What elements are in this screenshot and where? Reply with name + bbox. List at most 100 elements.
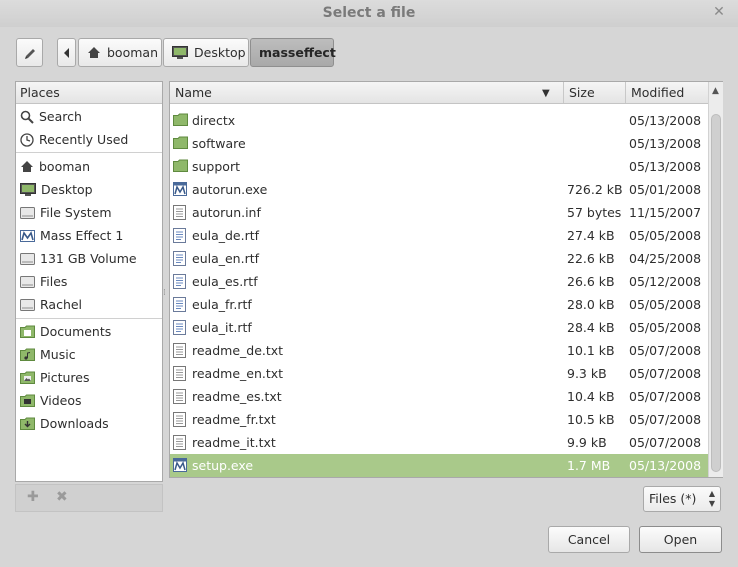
close-icon[interactable]: ✕ bbox=[712, 5, 726, 19]
filter-value: Files (*) bbox=[649, 491, 697, 506]
file-row[interactable]: readme_fr.txt 10.5 kB 05/07/2008 bbox=[170, 408, 708, 431]
breadcrumb-desktop[interactable]: Desktop bbox=[163, 38, 249, 67]
file-row[interactable]: readme_it.txt 9.9 kB 05/07/2008 bbox=[170, 431, 708, 454]
place-label: 131 GB Volume bbox=[40, 251, 137, 266]
scroll-up-icon[interactable]: ▲ bbox=[712, 86, 719, 96]
file-modified: 05/05/2008 bbox=[629, 320, 702, 335]
place-music[interactable]: Music bbox=[16, 343, 162, 366]
breadcrumb-label: booman bbox=[107, 45, 158, 60]
file-modified: 05/13/2008 bbox=[629, 136, 702, 151]
file-row[interactable]: autorun.inf 57 bytes 11/15/2007 bbox=[170, 201, 708, 224]
vertical-scrollbar[interactable]: ▲ bbox=[708, 82, 723, 477]
text-file-icon bbox=[173, 435, 186, 450]
file-size: 28.0 kB bbox=[567, 297, 615, 312]
disc-icon bbox=[20, 229, 35, 243]
drive-icon bbox=[20, 298, 35, 312]
folder-icon bbox=[173, 159, 188, 172]
place-pictures[interactable]: Pictures bbox=[16, 366, 162, 389]
place-files[interactable]: Files bbox=[16, 270, 162, 293]
path-scroll-left-button[interactable] bbox=[57, 38, 76, 67]
file-type-filter[interactable]: Files (*) ▲ ▼ bbox=[643, 486, 721, 512]
file-row[interactable]: eula_en.rtf 22.6 kB 04/25/2008 bbox=[170, 247, 708, 270]
places-add-remove-bar: ✚ ✖ bbox=[15, 484, 163, 512]
text-file-icon bbox=[173, 389, 186, 404]
place-documents[interactable]: Documents bbox=[16, 320, 162, 343]
places-sidebar: Places Search Recently Used booman Deskt… bbox=[15, 81, 163, 482]
file-size: 22.6 kB bbox=[567, 251, 615, 266]
file-row[interactable]: software 05/13/2008 bbox=[170, 132, 708, 155]
file-name: autorun.exe bbox=[192, 182, 268, 197]
file-name: autorun.inf bbox=[192, 205, 261, 220]
breadcrumb-label: masseffect bbox=[259, 45, 336, 60]
place-desktop[interactable]: Desktop bbox=[16, 178, 162, 201]
place-label: Recently Used bbox=[39, 132, 129, 147]
file-name: eula_it.rtf bbox=[192, 320, 252, 335]
file-modified: 04/25/2008 bbox=[629, 251, 702, 266]
place-rachel[interactable]: Rachel bbox=[16, 293, 162, 316]
add-bookmark-button[interactable]: ✚ bbox=[27, 489, 39, 505]
file-chooser-dialog: Select a file ✕ booman Desktop masseffec… bbox=[0, 0, 738, 567]
breadcrumb-masseffect[interactable]: masseffect bbox=[250, 38, 336, 67]
open-button[interactable]: Open bbox=[639, 526, 722, 553]
column-header-modified[interactable]: Modified bbox=[626, 82, 708, 103]
document-icon bbox=[173, 251, 186, 266]
file-row[interactable]: directx 05/13/2008 bbox=[170, 109, 708, 132]
file-row[interactable]: readme_de.txt 10.1 kB 05/07/2008 bbox=[170, 339, 708, 362]
file-modified: 05/07/2008 bbox=[629, 435, 702, 450]
place-recently-used[interactable]: Recently Used bbox=[16, 128, 162, 151]
file-row[interactable]: autorun.exe 726.2 kB 05/01/2008 bbox=[170, 178, 708, 201]
file-row[interactable]: support 05/13/2008 bbox=[170, 155, 708, 178]
file-name: setup.exe bbox=[192, 458, 254, 473]
file-name: readme_de.txt bbox=[192, 343, 284, 358]
remove-bookmark-button[interactable]: ✖ bbox=[56, 489, 68, 505]
file-row[interactable]: eula_es.rtf 26.6 kB 05/12/2008 bbox=[170, 270, 708, 293]
file-row[interactable]: setup.exe 1.7 MB 05/13/2008 bbox=[170, 454, 708, 477]
place-label: Pictures bbox=[40, 370, 90, 385]
drive-icon bbox=[20, 206, 35, 220]
file-size: 726.2 kB bbox=[567, 182, 623, 197]
text-file-icon bbox=[173, 366, 186, 381]
place-videos[interactable]: Videos bbox=[16, 389, 162, 412]
drive-icon bbox=[20, 275, 35, 289]
file-modified: 05/13/2008 bbox=[629, 458, 702, 473]
column-label: Size bbox=[569, 85, 595, 100]
file-row[interactable]: eula_de.rtf 27.4 kB 05/05/2008 bbox=[170, 224, 708, 247]
place-131-gb-volume[interactable]: 131 GB Volume bbox=[16, 247, 162, 270]
column-header-size[interactable]: Size bbox=[564, 82, 626, 103]
scrollbar-thumb[interactable] bbox=[711, 114, 721, 472]
place-home[interactable]: booman bbox=[16, 155, 162, 178]
pane-splitter-handle[interactable]: ⁞ bbox=[163, 288, 166, 298]
place-label: Documents bbox=[40, 324, 112, 339]
file-size: 9.9 kB bbox=[567, 435, 607, 450]
file-row[interactable]: eula_it.rtf 28.4 kB 05/05/2008 bbox=[170, 316, 708, 339]
place-mass-effect-1[interactable]: Mass Effect 1 bbox=[16, 224, 162, 247]
place-file-system[interactable]: File System bbox=[16, 201, 162, 224]
drive-icon bbox=[20, 252, 35, 266]
place-search[interactable]: Search bbox=[16, 105, 162, 128]
file-size: 9.3 kB bbox=[567, 366, 607, 381]
pencil-icon bbox=[23, 46, 37, 60]
chevron-left-icon bbox=[63, 47, 71, 58]
document-icon bbox=[173, 320, 186, 335]
file-row[interactable]: readme_es.txt 10.4 kB 05/07/2008 bbox=[170, 385, 708, 408]
file-size: 1.7 MB bbox=[567, 458, 611, 473]
file-row[interactable]: readme_en.txt 9.3 kB 05/07/2008 bbox=[170, 362, 708, 385]
file-size: 10.4 kB bbox=[567, 389, 615, 404]
place-label: Videos bbox=[40, 393, 82, 408]
places-header[interactable]: Places bbox=[16, 82, 162, 104]
file-row[interactable]: eula_fr.rtf 28.0 kB 05/05/2008 bbox=[170, 293, 708, 316]
sort-descending-icon: ▼ bbox=[542, 88, 550, 99]
file-size: 10.1 kB bbox=[567, 343, 615, 358]
breadcrumb-home[interactable]: booman bbox=[78, 38, 162, 67]
file-modified: 05/05/2008 bbox=[629, 228, 702, 243]
folder-downloads-icon bbox=[20, 417, 35, 430]
file-modified: 05/07/2008 bbox=[629, 366, 702, 381]
place-downloads[interactable]: Downloads bbox=[16, 412, 162, 435]
file-name: directx bbox=[192, 113, 236, 128]
file-name: support bbox=[192, 159, 240, 174]
cancel-button[interactable]: Cancel bbox=[548, 526, 630, 553]
column-header-name[interactable]: Name ▼ bbox=[170, 82, 564, 103]
title-bar: Select a file ✕ bbox=[0, 0, 738, 27]
folder-music-icon bbox=[20, 348, 35, 361]
edit-location-button[interactable] bbox=[16, 38, 43, 67]
